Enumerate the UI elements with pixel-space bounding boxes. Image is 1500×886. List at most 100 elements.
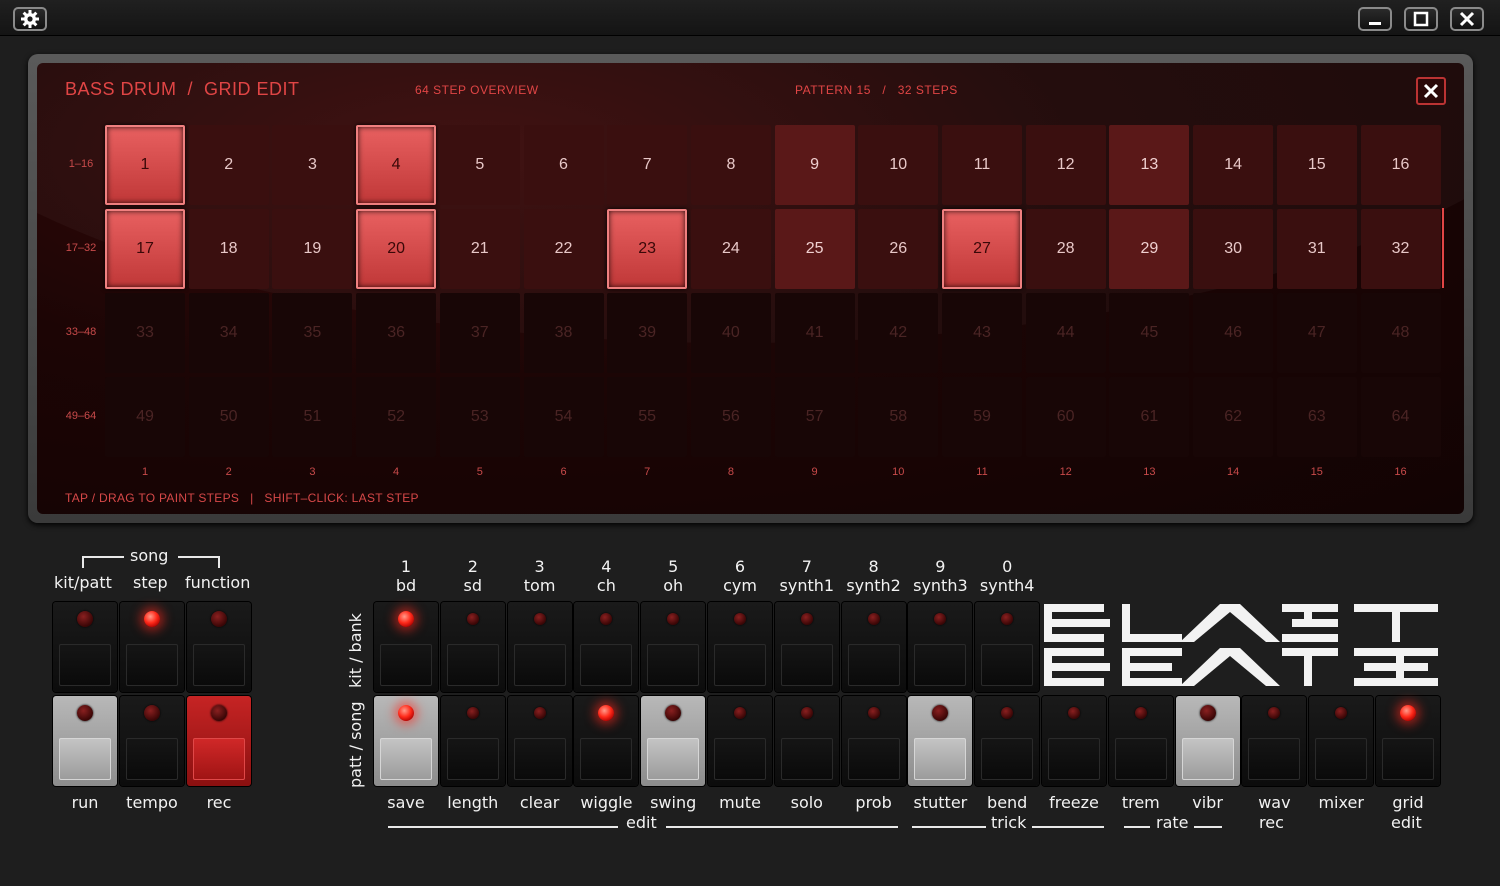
step-cell-43[interactable]: 43 xyxy=(942,293,1022,373)
step-cell-4[interactable]: 4 xyxy=(356,125,437,205)
step-cell-36[interactable]: 36 xyxy=(356,293,437,373)
step-cell-34[interactable]: 34 xyxy=(188,293,269,373)
track-pad-synth1[interactable] xyxy=(774,602,839,692)
step-cell-45[interactable]: 45 xyxy=(1109,293,1190,373)
step-cell-21[interactable]: 21 xyxy=(439,209,520,289)
close-grid-button[interactable] xyxy=(1416,77,1446,105)
step-cell-1[interactable]: 1 xyxy=(105,125,185,205)
transport-top-pad-2[interactable] xyxy=(120,602,184,692)
step-cell-31[interactable]: 31 xyxy=(1276,209,1357,289)
step-cell-50[interactable]: 50 xyxy=(188,377,269,457)
mixer-button[interactable] xyxy=(1309,696,1374,786)
step-cell-47[interactable]: 47 xyxy=(1276,293,1357,373)
solo-button[interactable] xyxy=(774,696,839,786)
step-cell-9[interactable]: 9 xyxy=(774,125,855,205)
track-pad-synth2[interactable] xyxy=(841,602,906,692)
step-cell-38[interactable]: 38 xyxy=(523,293,604,373)
step-cell-49[interactable]: 49 xyxy=(105,377,185,457)
grid-button[interactable] xyxy=(1376,696,1440,786)
step-cell-40[interactable]: 40 xyxy=(690,293,771,373)
step-cell-24[interactable]: 24 xyxy=(690,209,771,289)
step-cell-48[interactable]: 48 xyxy=(1360,293,1441,373)
step-cell-12[interactable]: 12 xyxy=(1025,125,1106,205)
track-pad-bd[interactable] xyxy=(374,602,438,692)
trem-button[interactable] xyxy=(1108,696,1173,786)
maximize-icon[interactable] xyxy=(1404,7,1438,31)
tempo-button[interactable] xyxy=(120,696,184,786)
step-cell-55[interactable]: 55 xyxy=(607,377,688,457)
step-cell-6[interactable]: 6 xyxy=(523,125,604,205)
step-cell-51[interactable]: 51 xyxy=(272,377,353,457)
step-cell-33[interactable]: 33 xyxy=(105,293,185,373)
track-pad-cym[interactable] xyxy=(708,602,772,692)
step-cell-11[interactable]: 11 xyxy=(942,125,1022,205)
wiggle-button[interactable] xyxy=(574,696,639,786)
step-cell-41[interactable]: 41 xyxy=(774,293,855,373)
step-cell-42[interactable]: 42 xyxy=(858,293,939,373)
step-cell-27[interactable]: 27 xyxy=(942,209,1022,289)
step-cell-10[interactable]: 10 xyxy=(858,125,939,205)
step-cell-63[interactable]: 63 xyxy=(1276,377,1357,457)
step-cell-56[interactable]: 56 xyxy=(690,377,771,457)
step-cell-53[interactable]: 53 xyxy=(439,377,520,457)
clear-button[interactable] xyxy=(507,696,572,786)
gear-icon[interactable] xyxy=(13,7,47,31)
transport-top-pad-1[interactable] xyxy=(53,602,117,692)
step-cell-8[interactable]: 8 xyxy=(690,125,771,205)
step-cell-17[interactable]: 17 xyxy=(105,209,185,289)
step-cell-60[interactable]: 60 xyxy=(1025,377,1106,457)
close-icon[interactable] xyxy=(1450,7,1484,31)
vibr-button[interactable] xyxy=(1175,696,1240,786)
step-cell-64[interactable]: 64 xyxy=(1360,377,1441,457)
stutter-button[interactable] xyxy=(908,696,973,786)
step-cell-59[interactable]: 59 xyxy=(942,377,1022,457)
step-cell-35[interactable]: 35 xyxy=(272,293,353,373)
step-cell-58[interactable]: 58 xyxy=(858,377,939,457)
track-pad-ch[interactable] xyxy=(574,602,639,692)
track-pad-synth4[interactable] xyxy=(975,602,1040,692)
save-button[interactable] xyxy=(374,696,438,786)
step-cell-14[interactable]: 14 xyxy=(1193,125,1274,205)
step-cell-52[interactable]: 52 xyxy=(356,377,437,457)
rec-button[interactable] xyxy=(187,696,251,786)
step-cell-2[interactable]: 2 xyxy=(188,125,269,205)
step-cell-46[interactable]: 46 xyxy=(1193,293,1274,373)
transport-top-pad-3[interactable] xyxy=(187,602,251,692)
prob-button[interactable] xyxy=(841,696,906,786)
step-cell-13[interactable]: 13 xyxy=(1109,125,1190,205)
freeze-button[interactable] xyxy=(1042,696,1106,786)
step-cell-22[interactable]: 22 xyxy=(523,209,604,289)
step-cell-5[interactable]: 5 xyxy=(439,125,520,205)
step-cell-20[interactable]: 20 xyxy=(356,209,437,289)
run-button[interactable] xyxy=(53,696,117,786)
swing-button[interactable] xyxy=(641,696,706,786)
bend-button[interactable] xyxy=(975,696,1040,786)
step-cell-28[interactable]: 28 xyxy=(1025,209,1106,289)
wav-button[interactable] xyxy=(1242,696,1307,786)
track-pad-tom[interactable] xyxy=(507,602,572,692)
step-cell-37[interactable]: 37 xyxy=(439,293,520,373)
minimize-icon[interactable] xyxy=(1358,7,1392,31)
step-cell-26[interactable]: 26 xyxy=(858,209,939,289)
track-pad-sd[interactable] xyxy=(440,602,505,692)
step-cell-32[interactable]: 32 xyxy=(1360,209,1441,289)
step-cell-57[interactable]: 57 xyxy=(774,377,855,457)
step-cell-29[interactable]: 29 xyxy=(1109,209,1190,289)
step-cell-3[interactable]: 3 xyxy=(272,125,353,205)
step-cell-18[interactable]: 18 xyxy=(188,209,269,289)
step-cell-15[interactable]: 15 xyxy=(1276,125,1357,205)
step-cell-62[interactable]: 62 xyxy=(1193,377,1274,457)
step-cell-61[interactable]: 61 xyxy=(1109,377,1190,457)
mute-button[interactable] xyxy=(708,696,772,786)
track-pad-synth3[interactable] xyxy=(908,602,973,692)
step-cell-19[interactable]: 19 xyxy=(272,209,353,289)
length-button[interactable] xyxy=(440,696,505,786)
step-cell-44[interactable]: 44 xyxy=(1025,293,1106,373)
step-cell-7[interactable]: 7 xyxy=(607,125,688,205)
step-cell-39[interactable]: 39 xyxy=(607,293,688,373)
step-cell-54[interactable]: 54 xyxy=(523,377,604,457)
step-cell-23[interactable]: 23 xyxy=(607,209,688,289)
step-cell-16[interactable]: 16 xyxy=(1360,125,1441,205)
track-pad-oh[interactable] xyxy=(641,602,706,692)
step-cell-30[interactable]: 30 xyxy=(1193,209,1274,289)
